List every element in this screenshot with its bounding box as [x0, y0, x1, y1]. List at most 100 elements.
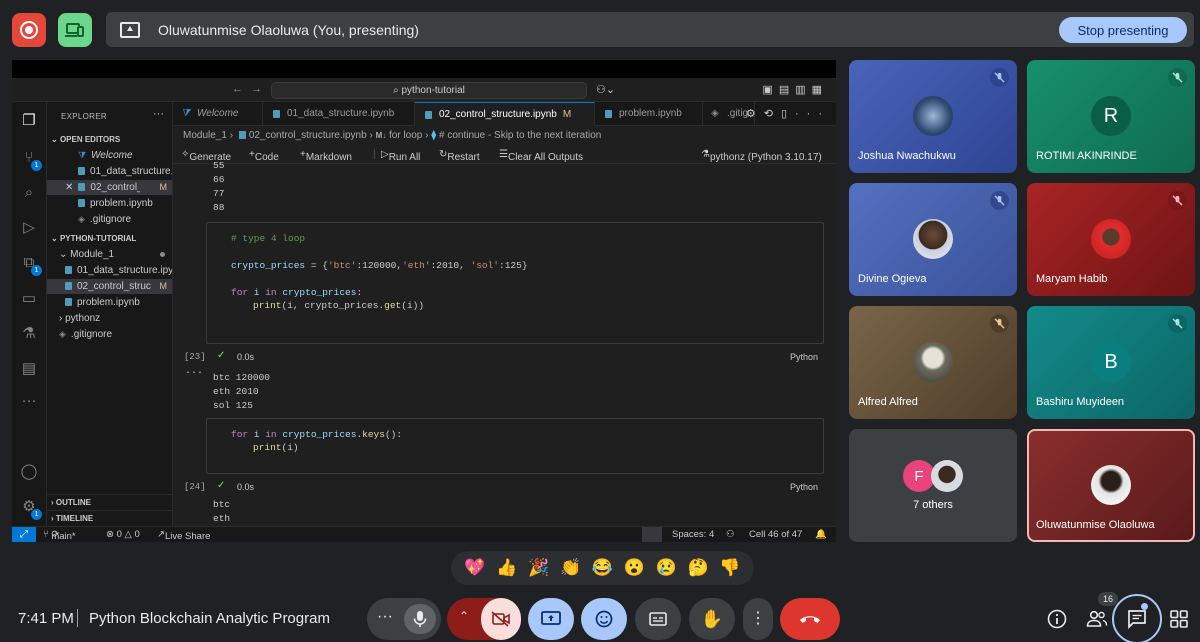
- sad-reaction[interactable]: 😢: [656, 558, 677, 578]
- tab-welcome[interactable]: ⧩ Welcome: [173, 102, 263, 126]
- run-all-button[interactable]: ▷ Run All: [381, 149, 420, 163]
- folder-item[interactable]: › pythonz: [47, 311, 172, 326]
- generate-button[interactable]: ✧ Generate: [181, 149, 231, 163]
- open-editor-item[interactable]: 01_data_structure.ipynb: [47, 164, 172, 179]
- file-item[interactable]: problem.ipynb: [47, 295, 172, 310]
- thinking-reaction[interactable]: 🤔: [687, 558, 708, 578]
- file-item[interactable]: 01_data_structure.ipynb: [47, 263, 172, 278]
- chevron-up-icon[interactable]: ⌃: [459, 609, 469, 623]
- remote-indicator-icon[interactable]: ⤢: [12, 527, 36, 542]
- project-header[interactable]: ⌄ PYTHON-TUTORIAL: [47, 231, 172, 246]
- tab-problem[interactable]: problem.ipynb: [595, 102, 703, 126]
- participant-tile[interactable]: Divine Ogieva: [849, 183, 1017, 296]
- timeline-header[interactable]: › TIMELINE: [47, 510, 172, 525]
- vscode-logo-icon: ⧩: [181, 108, 190, 119]
- notifications-icon[interactable]: 🔔: [815, 529, 827, 540]
- microphone-button[interactable]: [404, 604, 436, 634]
- participant-tile[interactable]: B Bashiru Muyideen: [1027, 306, 1195, 419]
- clear-outputs-button[interactable]: ☰ Clear All Outputs: [499, 149, 583, 163]
- thumbs-down-reaction[interactable]: 👎: [719, 558, 740, 578]
- present-button[interactable]: [528, 598, 574, 640]
- others-tile[interactable]: F 7 others: [849, 429, 1017, 542]
- meeting-info-button[interactable]: [1042, 604, 1072, 634]
- explorer-more-icon[interactable]: ···: [153, 108, 164, 120]
- jupyter-icon[interactable]: ▤: [20, 360, 38, 378]
- code-cell[interactable]: for i in crypto_prices.keys(): print(i): [206, 418, 824, 474]
- more-options-button[interactable]: ⋮: [743, 598, 773, 640]
- output-line: 77: [213, 188, 225, 199]
- editor-actions-icon[interactable]: ⚙⟲▯···: [746, 107, 830, 120]
- remote-explorer-icon[interactable]: ▭: [20, 290, 38, 308]
- avatar: [913, 96, 953, 136]
- copilot-icon[interactable]: ⚇⌄: [596, 83, 615, 96]
- self-tile[interactable]: Oluwatunmise Olaoluwa: [1027, 429, 1195, 542]
- layout-controls-icon[interactable]: ▣▤▥▦: [762, 83, 828, 96]
- kernel-picker[interactable]: ⚗ pythonz (Python 3.10.17): [701, 149, 822, 163]
- tab-control-structure[interactable]: 02_control_structure.ipynb M: [415, 102, 595, 126]
- extensions-icon[interactable]: ⧉ 1: [20, 254, 42, 276]
- kernel-status-icon[interactable]: ⚇: [726, 529, 735, 540]
- nav-arrows-icon[interactable]: ←→: [232, 83, 270, 95]
- audio-settings-more-icon[interactable]: ···: [377, 608, 393, 626]
- cell-language[interactable]: Python: [790, 352, 818, 362]
- people-button[interactable]: [1082, 604, 1112, 634]
- file-item-active[interactable]: 02_control_structure.ipynbM: [47, 279, 172, 294]
- joy-reaction[interactable]: 😂: [592, 558, 613, 578]
- close-icon[interactable]: ✕: [65, 182, 73, 193]
- cell-language[interactable]: Python: [790, 482, 818, 492]
- account-icon[interactable]: ◯: [20, 463, 38, 481]
- leave-call-button[interactable]: [780, 598, 840, 640]
- chat-button[interactable]: [1122, 604, 1152, 634]
- party-popper-reaction[interactable]: 🎉: [528, 558, 549, 578]
- code-cell[interactable]: # type 4 loop crypto_prices = {'btc':120…: [206, 222, 824, 344]
- open-editor-item[interactable]: problem.ipynb: [47, 196, 172, 211]
- clapping-reaction[interactable]: 👏: [560, 558, 581, 578]
- open-editors-header[interactable]: ⌄ OPEN EDITORS: [47, 132, 172, 147]
- spaces-status[interactable]: Spaces: 4: [672, 529, 714, 540]
- search-icon[interactable]: ⌕: [20, 184, 38, 202]
- output-more-icon[interactable]: ···: [185, 368, 203, 379]
- tab-data-structure[interactable]: 01_data_structure.ipynb: [263, 102, 415, 126]
- open-editor-item[interactable]: ◈ .gitignore: [47, 212, 172, 227]
- participant-tile[interactable]: Alfred Alfred: [849, 306, 1017, 419]
- sparkling-heart-reaction[interactable]: 💖: [464, 558, 485, 578]
- surprised-reaction[interactable]: 😮: [624, 558, 645, 578]
- recording-button[interactable]: [12, 13, 46, 47]
- live-share-status[interactable]: ↗ Live Share: [157, 529, 210, 542]
- restart-button[interactable]: ↻ Restart: [439, 149, 480, 163]
- participant-name: ROTIMI AKINRINDE: [1036, 150, 1137, 162]
- participant-tile[interactable]: Joshua Nwachukwu: [849, 60, 1017, 173]
- presenting-text: Oluwatunmise Olaoluwa (You, presenting): [158, 21, 419, 38]
- add-markdown-button[interactable]: + Markdown: [300, 149, 352, 163]
- testing-icon[interactable]: ⚗: [20, 325, 38, 343]
- muted-mic-icon: [1168, 68, 1187, 87]
- folder-item[interactable]: ⌄ Module_1: [47, 247, 172, 262]
- thumbs-up-reaction[interactable]: 👍: [496, 558, 517, 578]
- cell-status[interactable]: Cell 46 of 47: [749, 529, 802, 540]
- open-editor-item[interactable]: ⧩ Welcome: [47, 148, 172, 163]
- companion-mode-button[interactable]: [58, 13, 92, 47]
- code-line: for i in crypto_prices.keys():: [231, 429, 403, 440]
- open-editor-item-active[interactable]: ✕02_control_structure.ipynbM: [47, 180, 172, 195]
- source-control-icon[interactable]: ⑂ 1: [20, 149, 42, 171]
- emoji-button[interactable]: [581, 598, 627, 640]
- participant-tile[interactable]: Maryam Habib: [1027, 183, 1195, 296]
- settings-gear-icon[interactable]: ⚙ 1: [20, 498, 42, 520]
- add-code-button[interactable]: + Code: [249, 149, 279, 163]
- breadcrumb[interactable]: Module_1 › 02_control_structure.ipynb › …: [183, 130, 601, 141]
- captions-button[interactable]: [635, 598, 681, 640]
- zoom-icon[interactable]: [642, 527, 662, 542]
- more-icon[interactable]: ···: [20, 392, 38, 410]
- participant-tile[interactable]: R ROTIMI AKINRINDE: [1027, 60, 1195, 173]
- file-item[interactable]: ◈ .gitignore: [47, 327, 172, 342]
- run-debug-icon[interactable]: ▷: [20, 219, 38, 237]
- explorer-icon[interactable]: ❐: [20, 112, 38, 130]
- command-center-search[interactable]: ⌕ python-tutorial: [271, 82, 587, 99]
- problems-status[interactable]: ⊗ 0 △ 0: [106, 529, 140, 540]
- camera-button[interactable]: [481, 598, 521, 640]
- outline-header[interactable]: › OUTLINE: [47, 494, 172, 509]
- activities-button[interactable]: [1164, 604, 1194, 634]
- stop-presenting-button[interactable]: Stop presenting: [1059, 17, 1187, 43]
- raise-hand-button[interactable]: ✋: [689, 598, 735, 640]
- branch-status[interactable]: ⑂ main* ⟳: [43, 529, 76, 542]
